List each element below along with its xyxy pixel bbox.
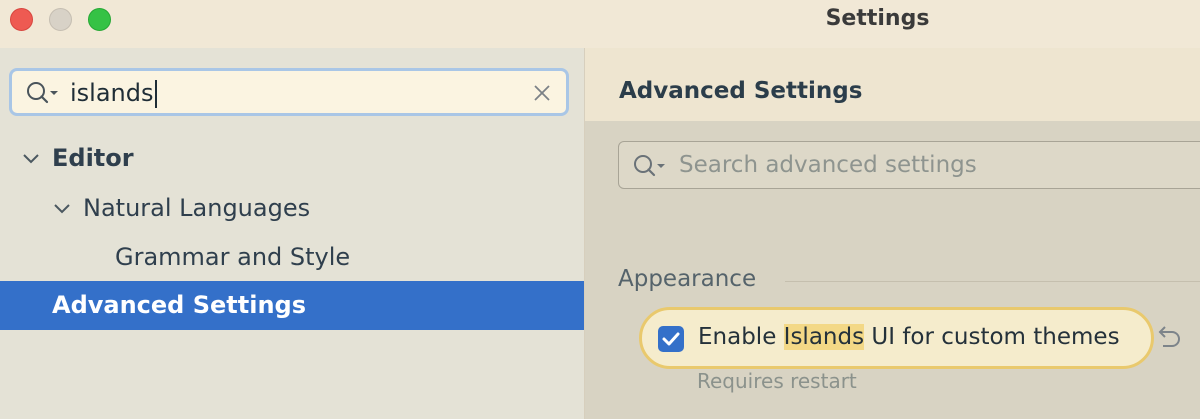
- enable-islands-checkbox[interactable]: [658, 326, 684, 352]
- close-window-button[interactable]: [10, 8, 33, 31]
- advanced-search-input[interactable]: Search advanced settings: [618, 141, 1200, 189]
- tree-item-label: Advanced Settings: [52, 291, 307, 319]
- section-divider: [785, 281, 1200, 282]
- tree-item-natural-languages[interactable]: Natural Languages: [0, 184, 584, 232]
- settings-search-field[interactable]: islands: [9, 68, 569, 116]
- enable-islands-option[interactable]: Enable Islands UI for custom themes: [639, 307, 1154, 369]
- tree-item-label: Editor: [52, 144, 134, 172]
- search-value: islands: [70, 79, 154, 107]
- option-label: Enable Islands UI for custom themes: [698, 324, 1120, 350]
- content-header: Advanced Settings: [585, 48, 1200, 121]
- search-input[interactable]: islands: [70, 79, 157, 108]
- chevron-down-icon[interactable]: [22, 150, 40, 168]
- section-title-appearance: Appearance: [618, 266, 757, 292]
- window-title: Settings: [825, 6, 930, 31]
- tree-item-grammar-and-style[interactable]: Grammar and Style: [0, 233, 584, 281]
- option-hint: Requires restart: [697, 369, 857, 393]
- undo-icon[interactable]: [1153, 324, 1183, 350]
- option-label-prefix: Enable: [698, 324, 784, 350]
- search-icon: [634, 155, 665, 177]
- option-label-suffix: UI for custom themes: [864, 324, 1120, 350]
- maximize-window-button[interactable]: [88, 8, 111, 31]
- clear-icon[interactable]: [533, 84, 551, 102]
- search-placeholder: Search advanced settings: [679, 152, 977, 178]
- checkmark-icon: [662, 332, 680, 346]
- advanced-settings-panel: Search advanced settings Appearance Enab…: [585, 121, 1200, 419]
- text-cursor: [154, 80, 157, 108]
- search-match-highlight: Islands: [783, 324, 865, 350]
- tree-item-editor[interactable]: Editor: [0, 134, 584, 182]
- tree-item-label: Grammar and Style: [115, 243, 351, 271]
- tree-item-label: Natural Languages: [83, 194, 311, 222]
- search-icon: [27, 82, 58, 104]
- chevron-down-icon[interactable]: [53, 200, 71, 218]
- settings-sidebar: islands Editor Natural Languages Grammar…: [0, 48, 584, 419]
- minimize-window-button[interactable]: [49, 8, 72, 31]
- page-title: Advanced Settings: [619, 78, 863, 104]
- title-bar: Settings: [0, 0, 1200, 48]
- tree-item-advanced-settings[interactable]: Advanced Settings: [0, 281, 584, 330]
